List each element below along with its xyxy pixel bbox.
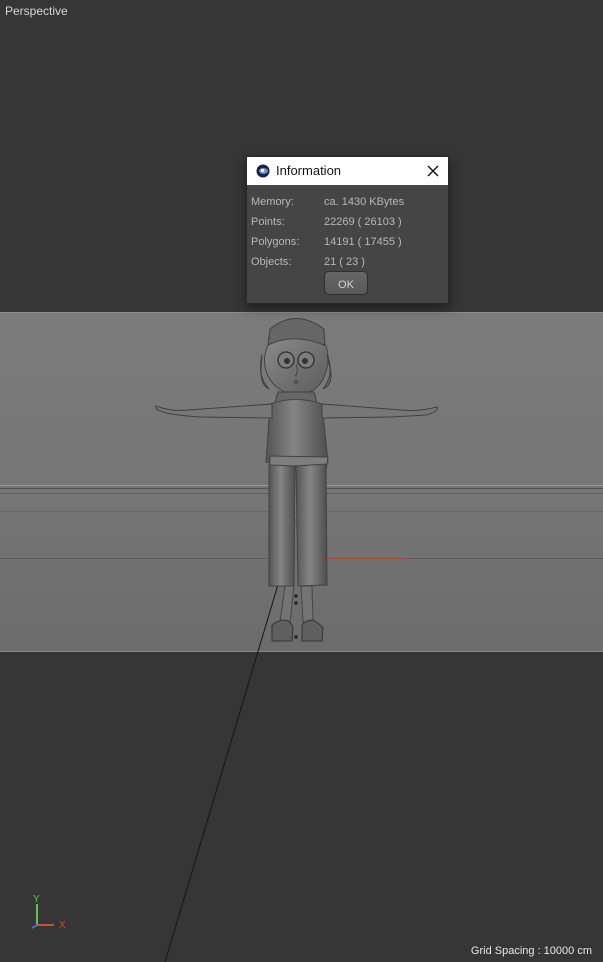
points-value: 22269 ( 26103 ) xyxy=(324,216,402,228)
points-label: Points: xyxy=(251,216,285,228)
memory-value: ca. 1430 KBytes xyxy=(324,196,405,208)
character-3d-model[interactable] xyxy=(150,312,440,650)
grid-spacing-status: Grid Spacing : 10000 cm xyxy=(470,945,592,957)
memory-row: Memory: ca. 1430 KBytes xyxy=(251,192,441,212)
axis-gizmo: Y X xyxy=(31,894,66,931)
polygons-label: Polygons: xyxy=(251,236,300,248)
objects-value: 21 ( 23 ) xyxy=(324,256,365,268)
viewport-camera-label: Perspective xyxy=(5,4,68,18)
x-axis-label: X xyxy=(59,920,66,931)
y-axis-label: Y xyxy=(33,894,40,905)
objects-label: Objects: xyxy=(251,256,292,268)
close-button[interactable] xyxy=(423,161,443,181)
ok-button[interactable]: OK xyxy=(324,271,368,295)
dialog-title: Information xyxy=(276,163,342,178)
information-list: Memory: ca. 1430 KBytes Points: 22269 ( … xyxy=(251,192,441,272)
information-dialog: Information Memory: ca. 1430 KBytes Poin… xyxy=(246,156,449,304)
close-icon xyxy=(427,165,439,177)
polygons-value: 14191 ( 17455 ) xyxy=(324,236,402,248)
memory-label: Memory: xyxy=(251,196,294,208)
cinema4d-logo-icon xyxy=(256,164,270,178)
objects-row: Objects: 21 ( 23 ) xyxy=(251,252,441,272)
polygons-row: Polygons: 14191 ( 17455 ) xyxy=(251,232,441,252)
points-row: Points: 22269 ( 26103 ) xyxy=(251,212,441,232)
3d-viewport[interactable]: Perspective Information Memory: ca. 1430… xyxy=(0,0,603,962)
dialog-titlebar[interactable]: Information xyxy=(247,157,448,185)
